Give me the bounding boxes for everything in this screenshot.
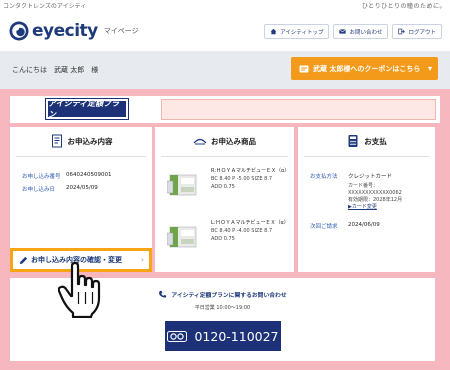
- payment-method-value: クレジットカード: [348, 174, 393, 180]
- nav-top-label: アイシティトップ: [280, 29, 324, 36]
- phone-icon: [159, 290, 167, 298]
- nav-contact-label: お問い合わせ: [349, 29, 383, 36]
- nav-contact-button[interactable]: お問い合わせ: [333, 24, 389, 39]
- logo-text: eyecity: [32, 21, 98, 41]
- nav-logout-label: ログアウト: [408, 29, 436, 36]
- card-info: カード番号： XXXXXXXXXXXX0062 有効期限：2028年12月 ▶カ…: [348, 183, 402, 211]
- edit-icon: [19, 256, 28, 264]
- coupon-label: 武蔵 太郎様へのクーポンはこちら: [313, 64, 421, 73]
- phone-number: 0120-110027: [194, 328, 279, 344]
- payment-title: お支払: [364, 136, 387, 146]
- chevron-right-icon: ›: [140, 255, 144, 264]
- divider: [304, 156, 429, 157]
- header-nav: アイシティトップ お問い合わせ ログアウト: [264, 24, 442, 39]
- tagline-right: ひとりひとりの瞳のために。: [361, 3, 446, 10]
- coupon-button[interactable]: 武蔵 太郎様へのクーポンはこちら ▾: [291, 57, 438, 80]
- application-number-value: 0640240509001: [66, 172, 112, 178]
- contact-lens-icon: [193, 138, 207, 145]
- card-number-value: XXXXXXXXXXXX0062: [348, 190, 402, 196]
- eyecity-logo[interactable]: eyecity マイページ: [8, 19, 139, 43]
- card-number-label: カード番号：: [348, 183, 379, 189]
- next-billing-value: 2024/06/09: [348, 222, 380, 228]
- lens-box-image: [166, 219, 199, 251]
- page-label: マイページ: [103, 27, 139, 35]
- product-spec-left: BC 8.40 P -4.00 SIZE 8.7: [211, 228, 273, 234]
- payment-card-header: お支払: [298, 127, 435, 155]
- home-icon: [270, 28, 277, 35]
- lens-box-image: [166, 167, 199, 199]
- top-tagline-bar: コンタクトレンズのアイシティ ひとりひとりの瞳のために。: [0, 0, 450, 10]
- product-item-left: L:ＨＯＹＡマルチビューＥＸ（α） BC 8.40 P -4.00 SIZE 8…: [166, 219, 292, 251]
- hand-cursor-icon: [58, 262, 101, 318]
- tagline-left: コンタクトレンズのアイシティ: [3, 3, 87, 10]
- products-card-header: お申込み商品: [155, 127, 294, 155]
- inquiry-title: アイシティ定額プランに関するお問い合わせ: [171, 293, 287, 299]
- next-billing-label: 次回ご請求: [310, 224, 338, 230]
- divider: [161, 156, 288, 157]
- product-text-right: R:ＨＯＹＡマルチビューＥＸ（α） BC 8.40 P -5.00 SIZE 8…: [211, 167, 289, 191]
- card-change-link[interactable]: ▶カード変更: [348, 204, 402, 211]
- divider: [16, 156, 146, 157]
- mail-icon: [339, 29, 347, 34]
- nav-logout-button[interactable]: ログアウト: [392, 24, 442, 39]
- card-expiry: 有効期限：2028年12月: [348, 197, 403, 203]
- freedial-icon: [167, 330, 188, 342]
- nav-top-button[interactable]: アイシティトップ: [264, 24, 330, 39]
- plan-logo: アイシティ定額プラン: [45, 98, 129, 120]
- application-title: お申込み内容: [67, 136, 113, 146]
- product-spec-right: BC 8.40 P -5.00 SIZE 8.7: [211, 176, 273, 182]
- application-date-value: 2024/05/09: [66, 185, 98, 191]
- product-name-right: R:ＨＯＹＡマルチビューＥＸ（α）: [211, 168, 290, 174]
- phone-number-button[interactable]: 0120-110027: [165, 321, 281, 351]
- product-name-left: L:ＨＯＹＡマルチビューＥＸ（α）: [211, 220, 289, 226]
- product-add-left: ADD 0.75: [211, 236, 235, 242]
- coupon-icon: [299, 65, 309, 72]
- document-icon: [51, 134, 62, 148]
- products-card: お申込み商品 R:ＨＯＹＡマルチビューＥＸ（α） BC 8.40 P -5.00…: [155, 127, 294, 272]
- application-number-label: お申し込み番号: [22, 174, 61, 180]
- product-add-right: ADD 0.75: [211, 184, 235, 190]
- application-card-header: お申込み内容: [10, 127, 152, 155]
- logout-icon: [398, 28, 406, 35]
- chevron-down-icon: ▾: [427, 64, 432, 73]
- plan-notice-box: [161, 99, 436, 120]
- product-text-left: L:ＨＯＹＡマルチビューＥＸ（α） BC 8.40 P -4.00 SIZE 8…: [211, 219, 289, 243]
- eye-logo-icon: [8, 20, 30, 42]
- greeting-text: こんにちは 武蔵 太郎 様: [12, 66, 99, 74]
- header: eyecity マイページ アイシティトップ お問い合わせ ログアウト: [0, 11, 450, 51]
- calculator-icon: [348, 135, 358, 147]
- payment-card: お支払 お支払方法 クレジットカード カード番号： XXXXXXXXXXXX00…: [298, 127, 435, 272]
- products-title: お申込み商品: [211, 136, 256, 146]
- application-date-label: お申し込み日: [22, 187, 56, 193]
- payment-method-label: お支払方法: [310, 174, 338, 180]
- product-item-right: R:ＨＯＹＡマルチビューＥＸ（α） BC 8.40 P -5.00 SIZE 8…: [166, 167, 292, 199]
